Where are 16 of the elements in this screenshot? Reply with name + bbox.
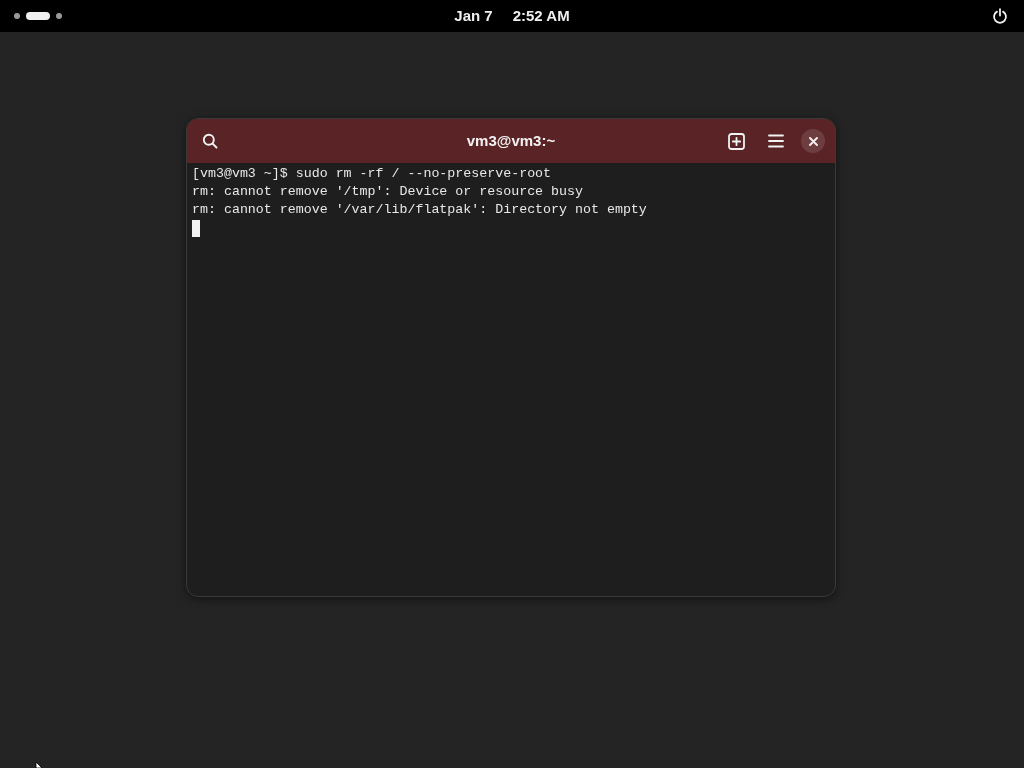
window-title: vm3@vm3:~ [466,130,556,151]
terminal-line: [vm3@vm3 ~]$ sudo rm -rf / --no-preserve-root [192,166,552,181]
clock-time[interactable]: 2:52 AM [512,4,570,28]
terminal-line: rm: cannot remove '/var/lib/flatpak': Directory not empty [192,202,647,217]
menu-icon [768,134,784,148]
plus-box-icon [727,132,745,150]
active-workspace-indicator[interactable] [26,12,50,20]
close-icon [808,136,818,146]
mouse-pointer-icon [35,762,43,768]
close-button[interactable] [801,129,825,153]
workspace-indicator[interactable] [56,13,62,19]
workspace-indicator[interactable] [14,13,20,19]
search-icon [202,133,218,149]
clock-date[interactable]: Jan 7 [454,4,493,28]
terminal-line: rm: cannot remove '/tmp': Device or resource busy [192,184,583,199]
power-icon[interactable] [992,8,1008,24]
